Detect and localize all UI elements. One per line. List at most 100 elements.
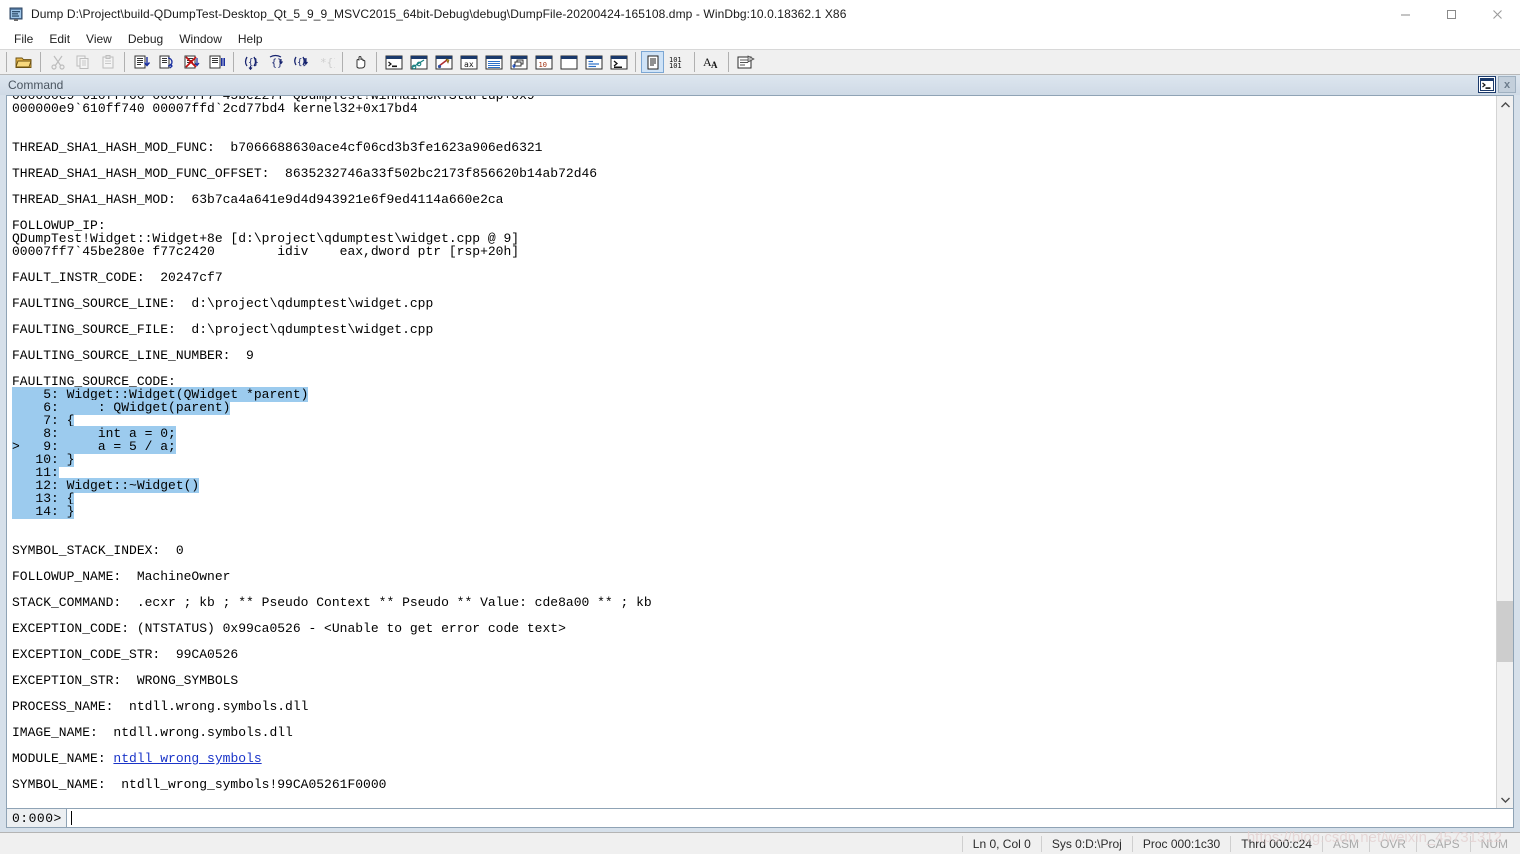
- command-output-line: EXCEPTION_STR: WRONG_SYMBOLS: [12, 673, 239, 688]
- scratch-pad-button[interactable]: [557, 51, 580, 73]
- step-out-button[interactable]: {}: [289, 51, 312, 73]
- step-over-icon: {}: [267, 54, 285, 70]
- menu-item-view[interactable]: View: [78, 30, 120, 48]
- locals-window-icon: [435, 55, 453, 70]
- toolbar-separator: [342, 52, 343, 72]
- toolbar-separator: [40, 52, 41, 72]
- command-output-line: 7: {: [12, 413, 1496, 428]
- command-window-button[interactable]: [382, 51, 405, 73]
- step-into-button[interactable]: {}: [239, 51, 262, 73]
- command-output-line: 13: {: [12, 491, 1496, 506]
- minimize-button[interactable]: [1382, 0, 1428, 28]
- command-output-line: 14: }: [12, 504, 1496, 519]
- registers-window-button[interactable]: ax: [457, 51, 480, 73]
- close-command-pane-button[interactable]: x: [1498, 76, 1516, 93]
- memory-window-button[interactable]: [482, 51, 505, 73]
- maximize-button[interactable]: [1428, 0, 1474, 28]
- restart-icon: [158, 54, 176, 70]
- command-pane: Command x 000000e9`610ff700 0: [0, 75, 1520, 832]
- command-pane-caption: Command x: [0, 75, 1520, 95]
- command-output-line: 10: }: [12, 452, 1496, 467]
- hand-icon: [352, 54, 368, 70]
- command-output-line: STACK_COMMAND: .ecxr ; kb ; ** Pseudo Co…: [12, 595, 652, 610]
- close-button[interactable]: [1474, 0, 1520, 28]
- run-to-cursor-button[interactable]: *{}: [314, 51, 337, 73]
- command-prompt-toggle-button[interactable]: [1478, 76, 1496, 93]
- call-stack-window-button[interactable]: [507, 51, 530, 73]
- font-button[interactable]: AA: [700, 51, 723, 73]
- assembly-mode-icon: 101 101: [668, 55, 688, 70]
- text-caret: [70, 811, 72, 825]
- processes-threads-icon: [585, 55, 603, 70]
- scroll-down-button[interactable]: [1497, 791, 1513, 808]
- command-output-line: FOLLOWUP_NAME: MachineOwner: [12, 569, 231, 584]
- command-input[interactable]: [66, 809, 1513, 827]
- windbg-window: Dump D:\Project\build-QDumpTest-Desktop_…: [0, 0, 1520, 854]
- command-prompt-row: 0:000>: [6, 808, 1514, 828]
- command-output[interactable]: 000000e9`610ff700 00007ff7`45be227f QDum…: [7, 96, 1496, 808]
- assembly-mode-button[interactable]: 101 101: [666, 51, 689, 73]
- command-browser-button[interactable]: [607, 51, 630, 73]
- locals-window-button[interactable]: [432, 51, 455, 73]
- hand-pan-button[interactable]: [348, 51, 371, 73]
- command-pane-title: Command: [8, 78, 64, 92]
- selected-source-line: 14: }: [12, 504, 75, 519]
- menu-item-file[interactable]: File: [6, 30, 41, 48]
- disassembly-window-icon: 10: [535, 55, 553, 70]
- step-into-icon: {}: [242, 54, 260, 70]
- go-button[interactable]: [130, 51, 153, 73]
- toolbar-separator: [6, 52, 7, 72]
- command-output-line: FAULT_INSTR_CODE: 20247cf7: [12, 270, 223, 285]
- status-ovr: OVR: [1368, 835, 1416, 852]
- options-button[interactable]: [734, 51, 757, 73]
- svg-text:A: A: [711, 60, 718, 70]
- processes-threads-button[interactable]: [582, 51, 605, 73]
- options-icon: [737, 54, 755, 70]
- go-icon: [133, 54, 151, 70]
- menu-item-debug[interactable]: Debug: [120, 30, 171, 48]
- command-output-line: > 9: a = 5 / a;: [12, 439, 1496, 454]
- clipboard-icon: [100, 54, 116, 70]
- window-controls: [1382, 0, 1520, 28]
- scroll-up-button[interactable]: [1497, 96, 1513, 113]
- step-over-button[interactable]: {}: [264, 51, 287, 73]
- disassembly-window-button[interactable]: 10: [532, 51, 555, 73]
- watch-window-icon: [410, 55, 428, 70]
- copy-button[interactable]: [71, 51, 94, 73]
- command-output-line: FAULTING_SOURCE_LINE: d:\project\qdumpte…: [12, 296, 434, 311]
- scrollbar-thumb[interactable]: [1497, 601, 1513, 663]
- call-stack-window-icon: [510, 55, 528, 70]
- stop-debugging-button[interactable]: [180, 51, 203, 73]
- step-out-icon: {}: [292, 54, 310, 70]
- command-output-line: PROCESS_NAME: ntdll.wrong.symbols.dll: [12, 699, 309, 714]
- folder-open-icon: [14, 54, 33, 70]
- command-pane-body: 000000e9`610ff700 00007ff7`45be227f QDum…: [0, 95, 1520, 832]
- menu-item-help[interactable]: Help: [230, 30, 271, 48]
- break-button[interactable]: [205, 51, 228, 73]
- command-output-line: [12, 531, 1496, 544]
- toolbar-separator: [635, 52, 636, 72]
- command-output-wrapper: 000000e9`610ff700 00007ff7`45be227f QDum…: [6, 95, 1514, 808]
- scrollbar-track[interactable]: [1497, 113, 1513, 791]
- command-output-line: FAULTING_SOURCE_FILE: d:\project\qdumpte…: [12, 322, 434, 337]
- command-output-scrollbar[interactable]: [1496, 96, 1513, 808]
- prompt-label: 0:000>: [7, 809, 67, 827]
- command-output-line: EXCEPTION_CODE_STR: 99CA0526: [12, 647, 239, 662]
- close-icon: x: [1503, 78, 1511, 91]
- cut-button[interactable]: [46, 51, 69, 73]
- command-output-line: 000000e9`610ff740 00007ffd`2cd77bd4 kern…: [12, 101, 418, 116]
- command-output-line: 11:: [12, 465, 1496, 480]
- module-name-link[interactable]: ntdll_wrong_symbols: [113, 751, 261, 766]
- svg-text:*{}: *{}: [320, 56, 335, 69]
- paste-button[interactable]: [96, 51, 119, 73]
- source-mode-button[interactable]: [641, 51, 664, 73]
- status-asm: ASM: [1321, 835, 1369, 852]
- toolbar: {} {} {} *{}: [0, 49, 1520, 75]
- watch-window-button[interactable]: [407, 51, 430, 73]
- open-file-button[interactable]: [12, 51, 35, 73]
- restart-button[interactable]: [155, 51, 178, 73]
- menu-item-window[interactable]: Window: [171, 30, 230, 48]
- menu-item-edit[interactable]: Edit: [41, 30, 78, 48]
- command-output-line: THREAD_SHA1_HASH_MOD: 63b7ca4a641e9d4d94…: [12, 192, 504, 207]
- menu-bar: File Edit View Debug Window Help: [0, 28, 1520, 49]
